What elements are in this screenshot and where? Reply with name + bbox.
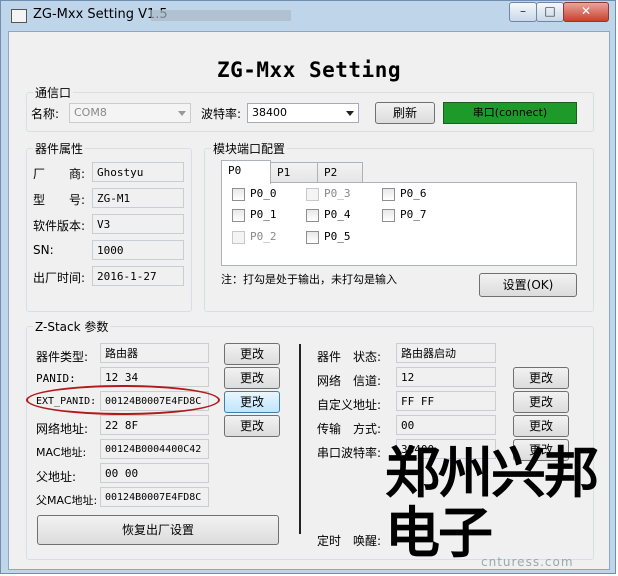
timer-wake-label: 定时 唤醒: (317, 534, 382, 548)
watermark-text: 郑州兴邦电子 (385, 441, 599, 565)
baud-label: 波特率: (201, 107, 242, 121)
model-value: ZG-M1 (92, 188, 184, 208)
panid-value: 12 34 (100, 367, 209, 387)
sn-value: 1000 (92, 240, 184, 260)
title-bar[interactable]: ZG-Mxx Setting V1.5 – □ ✕ (1, 1, 615, 29)
transfer-mode-value: 00 (396, 415, 496, 435)
checkbox-p0-3-label: P0_3 (324, 187, 351, 200)
port-name-select[interactable]: COM8 (69, 103, 191, 123)
app-icon (11, 9, 27, 23)
checkbox-p0-6-label: P0_6 (400, 187, 427, 200)
channel-label: 网络 信道: (317, 374, 382, 388)
checkbox-p0-5[interactable] (306, 231, 319, 244)
uart-baud-label: 串口波特率: (317, 446, 382, 460)
module-port-group-label: 模块端口配置 (211, 140, 288, 157)
net-addr-value: 22 8F (100, 415, 209, 435)
chevron-down-icon (346, 111, 354, 116)
checkbox-p0-6[interactable] (382, 188, 395, 201)
change-device-type-button[interactable]: 更改 (224, 343, 280, 365)
chevron-down-icon (178, 111, 186, 116)
mfg-date-value: 2016-1-27 (92, 266, 184, 286)
parent-mac-value: 00124B0007E4FD8C (100, 487, 209, 507)
set-ok-button[interactable]: 设置(OK) (479, 273, 577, 297)
mac-addr-label: MAC地址: (36, 446, 87, 459)
app-window: ZG-Mxx Setting V1.5 – □ ✕ ZG-Mxx Setting… (0, 0, 616, 574)
baud-value: 38400 (252, 106, 287, 119)
device-state-value: 路由器启动 (396, 343, 496, 363)
mfg-date-label: 出厂时间: (33, 271, 86, 285)
tab-p2[interactable]: P2 (317, 162, 363, 183)
minimize-button[interactable]: – (509, 2, 537, 22)
change-ext-panid-button[interactable]: 更改 (224, 391, 280, 413)
device-state-label: 器件 状态: (317, 350, 382, 364)
panid-label: PANID: (36, 372, 76, 385)
device-type-value: 路由器 (100, 343, 209, 363)
vendor-value: Ghostyu (92, 162, 184, 182)
refresh-button[interactable]: 刷新 (375, 102, 435, 124)
parent-mac-label: 父MAC地址: (36, 494, 98, 507)
column-divider (299, 344, 301, 534)
port-note: 注：打勾是处于输出，未打勾是输入 (221, 273, 397, 286)
device-group-label: 器件属性 (33, 140, 86, 157)
maximize-button[interactable]: □ (536, 2, 564, 22)
sn-label: SN: (33, 243, 54, 257)
close-button[interactable]: ✕ (563, 2, 609, 22)
port-name-value: COM8 (74, 106, 107, 119)
window-title: ZG-Mxx Setting V1.5 (33, 7, 168, 22)
checkbox-p0-7[interactable] (382, 209, 395, 222)
sw-version-value: V3 (92, 214, 184, 234)
device-type-label: 器件类型: (36, 350, 89, 364)
restore-defaults-button[interactable]: 恢复出厂设置 (37, 515, 279, 545)
change-transfer-mode-button[interactable]: 更改 (513, 415, 569, 437)
port-name-label: 名称: (31, 107, 60, 121)
checkbox-p0-2[interactable] (232, 231, 245, 244)
connect-button[interactable]: 串口(connect) (443, 102, 577, 124)
vendor-label: 厂 商: (33, 167, 86, 181)
custom-addr-value: FF FF (396, 391, 496, 411)
title-redaction (151, 10, 291, 21)
net-addr-label: 网络地址: (36, 422, 89, 436)
app-heading: ZG-Mxx Setting (216, 58, 401, 82)
checkbox-p0-0[interactable] (232, 188, 245, 201)
parent-addr-value: 00 00 (100, 463, 209, 483)
change-channel-button[interactable]: 更改 (513, 367, 569, 389)
port-group-label: 通信口 (33, 84, 74, 101)
tab-p0[interactable]: P0 (221, 160, 271, 184)
checkbox-p0-2-label: P0_2 (250, 230, 277, 243)
model-label: 型 号: (33, 193, 86, 207)
checkbox-p0-4[interactable] (306, 209, 319, 222)
channel-value: 12 (396, 367, 496, 387)
change-custom-addr-button[interactable]: 更改 (513, 391, 569, 413)
checkbox-p0-0-label: P0_0 (250, 187, 277, 200)
change-panid-button[interactable]: 更改 (224, 367, 280, 389)
checkbox-p0-4-label: P0_4 (324, 208, 351, 221)
mac-addr-value: 00124B0004400C42 (100, 439, 209, 459)
checkbox-p0-3[interactable] (306, 188, 319, 201)
checkbox-p0-1-label: P0_1 (250, 208, 277, 221)
baud-select[interactable]: 38400 (247, 103, 359, 123)
transfer-mode-label: 传输 方式: (317, 422, 382, 436)
checkbox-p0-7-label: P0_7 (400, 208, 427, 221)
watermark-url: cnturess.com (481, 555, 574, 569)
highlight-ellipse (26, 385, 220, 415)
parent-addr-label: 父地址: (36, 470, 77, 484)
checkbox-p0-1[interactable] (232, 209, 245, 222)
sw-version-label: 软件版本: (33, 219, 86, 233)
tab-p1[interactable]: P1 (270, 162, 318, 183)
change-net-addr-button[interactable]: 更改 (224, 415, 280, 437)
zstack-group-label: Z-Stack 参数 (33, 318, 111, 335)
custom-addr-label: 自定义地址: (317, 398, 382, 412)
checkbox-p0-5-label: P0_5 (324, 230, 351, 243)
